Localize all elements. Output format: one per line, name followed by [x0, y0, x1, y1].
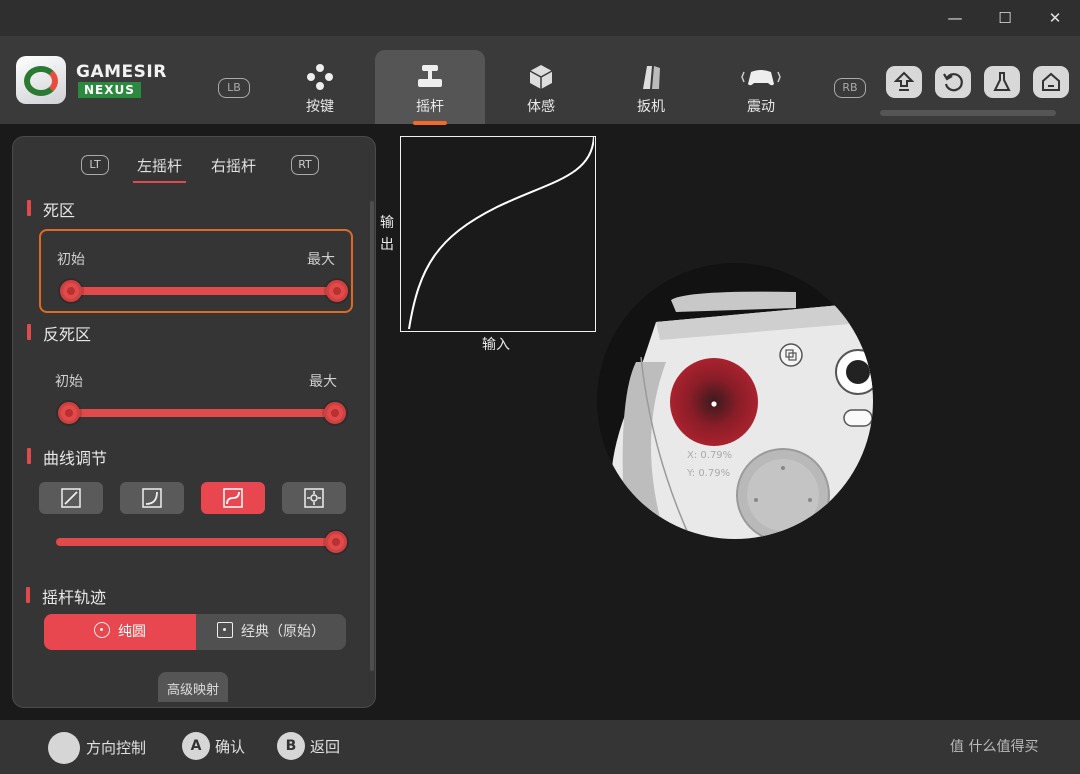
upload-button[interactable] [886, 66, 922, 98]
lb-bumper-button[interactable]: LB [218, 78, 250, 98]
joystick-icon [375, 62, 485, 92]
graph-y-label: 输出 [380, 215, 394, 253]
app-logo [16, 56, 66, 104]
curve-slider-handle[interactable] [325, 531, 347, 553]
tab-vibration[interactable]: 震动 [706, 50, 816, 124]
stick-subtabs: LT 左摇杆 右摇杆 RT [13, 155, 377, 185]
curve-s-button[interactable] [201, 482, 265, 514]
deadzone-track[interactable] [71, 287, 337, 295]
trace-title: 摇杆轨迹 [26, 584, 106, 608]
rt-trigger-button[interactable]: RT [291, 155, 319, 175]
lt-trigger-button[interactable]: LT [81, 155, 109, 175]
hint-back: 返回 [310, 738, 341, 756]
tab-label: 摇杆 [416, 99, 444, 115]
upload-icon [893, 71, 915, 91]
response-curve [408, 136, 595, 330]
linear-curve-icon [61, 488, 81, 508]
trace-mode-toggle: 纯圆 经典（原始） [44, 614, 346, 650]
anti-deadzone-min-label: 初始 [55, 374, 83, 390]
deadzone-max-handle[interactable] [326, 280, 348, 302]
lab-flask-icon [993, 72, 1011, 91]
bottom-hint-bar: 方向控制 A 确认 B 返回 值 什么值得买 [0, 720, 1080, 774]
anti-deadzone-track[interactable] [69, 409, 335, 417]
maximize-button[interactable]: ☐ [990, 6, 1020, 30]
anti-deadzone-title: 反死区 [27, 321, 91, 345]
profile-scrollbar[interactable] [880, 110, 1056, 116]
deadzone-title: 死区 [27, 197, 75, 221]
gyro-cube-icon [486, 62, 596, 92]
y-readout: Y: 0.79% [687, 468, 731, 479]
lab-button[interactable] [984, 66, 1020, 98]
controller-stick-preview [596, 262, 874, 540]
trace-circle-option[interactable]: 纯圆 [44, 614, 196, 650]
subtab-left-stick[interactable]: 左摇杆 [132, 155, 187, 183]
trigger-icon [596, 62, 706, 92]
concave-curve-icon [142, 488, 162, 508]
s-curve-icon [223, 488, 243, 508]
hint-direction: 方向控制 [86, 739, 147, 757]
trace-option-label: 经典（原始） [241, 624, 325, 640]
close-button[interactable]: ✕ [1040, 6, 1070, 30]
anti-deadzone-max-handle[interactable] [324, 402, 346, 424]
tab-joystick[interactable]: 摇杆 [375, 50, 485, 125]
tab-label: 体感 [527, 99, 555, 115]
deadzone-min-label: 初始 [57, 252, 85, 268]
advanced-mapping-button[interactable]: 高级映射 [158, 672, 228, 702]
tab-label: 震动 [747, 99, 775, 115]
tab-motion[interactable]: 体感 [486, 50, 596, 124]
tab-buttons[interactable]: 按键 [265, 50, 375, 124]
x-readout: X: 0.79% [687, 450, 733, 461]
title-bar: — ☐ ✕ [0, 0, 1080, 36]
trace-option-label: 纯圆 [118, 624, 146, 640]
tab-label: 按键 [306, 99, 334, 115]
logo-g-icon [24, 66, 58, 96]
curve-custom-button[interactable] [282, 482, 346, 514]
rb-bumper-button[interactable]: RB [834, 78, 866, 98]
graph-x-label: 输入 [482, 337, 510, 353]
hint-confirm: 确认 [215, 738, 246, 756]
gamepad-buttons-icon [265, 62, 375, 92]
b-button-icon: B [277, 732, 305, 760]
deadzone-max-label: 最大 [307, 252, 335, 268]
deadzone-min-handle[interactable] [60, 280, 82, 302]
vibration-icon [706, 62, 816, 92]
circle-mode-icon [94, 622, 110, 638]
curve-title: 曲线调节 [27, 445, 107, 469]
reset-icon [943, 73, 963, 92]
tab-trigger[interactable]: 扳机 [596, 50, 706, 124]
home-icon [1042, 72, 1060, 91]
watermark: 值 什么值得买 [950, 739, 1039, 755]
reset-button[interactable] [935, 66, 971, 98]
deadzone-slider-card: 初始 最大 [39, 229, 353, 313]
top-nav: GAMESIR NEXUS LB 按键 摇杆 体感 扳机 震动 RB [0, 36, 1080, 125]
response-curve-graph [400, 136, 596, 332]
curve-linear-button[interactable] [39, 482, 103, 514]
trace-classic-option[interactable]: 经典（原始） [196, 614, 346, 650]
curve-concave-button[interactable] [120, 482, 184, 514]
tab-label: 扳机 [637, 99, 665, 115]
anti-deadzone-min-handle[interactable] [58, 402, 80, 424]
panel-scrollbar[interactable] [370, 201, 374, 671]
home-button[interactable] [1033, 66, 1069, 98]
subtab-right-stick[interactable]: 右摇杆 [211, 155, 256, 176]
minimize-button[interactable]: — [940, 6, 970, 30]
anti-deadzone-max-label: 最大 [309, 374, 337, 390]
brand-sub: NEXUS [78, 82, 141, 98]
custom-points-icon [304, 488, 324, 508]
dpad-icon [48, 732, 80, 764]
brand-name: GAMESIR [76, 62, 167, 82]
active-tab-indicator [413, 121, 447, 125]
anti-deadzone-slider-card: 初始 最大 [39, 353, 353, 437]
a-button-icon: A [182, 732, 210, 760]
classic-mode-icon [217, 622, 233, 638]
curve-slider-track[interactable] [56, 538, 336, 546]
